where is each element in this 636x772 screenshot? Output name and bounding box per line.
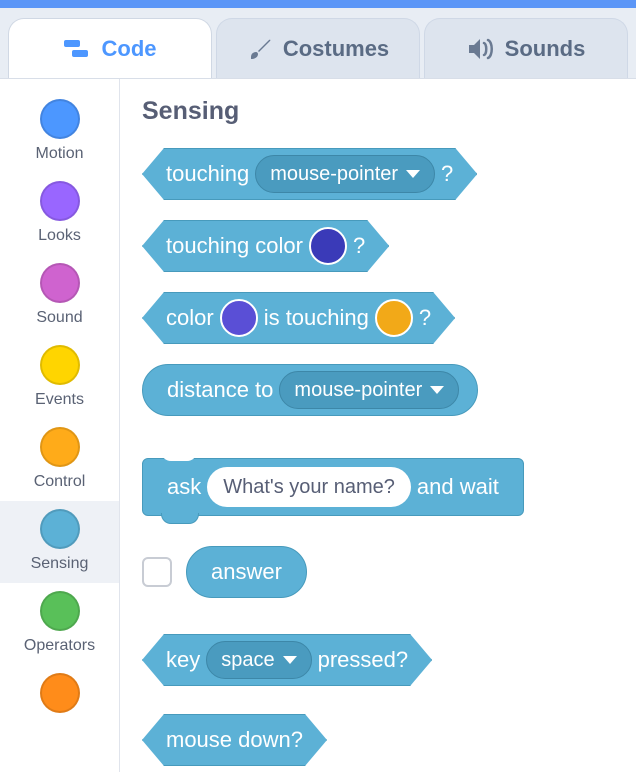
block-key-pressed[interactable]: key space pressed? bbox=[142, 634, 432, 686]
block-text: ? bbox=[419, 305, 431, 331]
cat-looks[interactable]: Looks bbox=[0, 173, 119, 255]
cat-variables[interactable] bbox=[0, 665, 119, 719]
distance-dropdown[interactable]: mouse-pointer bbox=[279, 371, 459, 409]
answer-monitor-checkbox[interactable] bbox=[142, 557, 172, 587]
window-top-bar bbox=[0, 0, 636, 8]
block-answer[interactable]: answer bbox=[186, 546, 307, 598]
cat-label: Control bbox=[0, 473, 119, 491]
block-touching[interactable]: touching mouse-pointer ? bbox=[142, 148, 477, 200]
looks-dot bbox=[40, 181, 80, 221]
block-ask-and-wait[interactable]: ask What's your name? and wait bbox=[142, 458, 524, 516]
block-text: pressed? bbox=[318, 647, 409, 673]
block-text: key bbox=[166, 647, 200, 673]
block-text: distance to bbox=[167, 377, 273, 403]
color-picker[interactable] bbox=[309, 227, 347, 265]
cat-label: Sensing bbox=[0, 555, 119, 573]
cat-label: Looks bbox=[0, 227, 119, 245]
tab-code-label: Code bbox=[102, 36, 157, 62]
cat-sound[interactable]: Sound bbox=[0, 255, 119, 337]
brush-icon bbox=[247, 36, 273, 62]
touching-dropdown[interactable]: mouse-pointer bbox=[255, 155, 435, 193]
cat-sensing[interactable]: Sensing bbox=[0, 501, 119, 583]
color-picker[interactable] bbox=[220, 299, 258, 337]
color-picker[interactable] bbox=[375, 299, 413, 337]
blocks-area: Sensing touching mouse-pointer ? touchin… bbox=[120, 79, 636, 772]
block-color-is-touching[interactable]: color is touching ? bbox=[142, 292, 455, 344]
block-text: is touching bbox=[264, 305, 369, 331]
motion-dot bbox=[40, 99, 80, 139]
tab-sounds[interactable]: Sounds bbox=[424, 18, 628, 78]
chevron-down-icon bbox=[406, 170, 420, 178]
block-mouse-down[interactable]: mouse down? bbox=[142, 714, 327, 766]
variables-dot bbox=[40, 673, 80, 713]
events-dot bbox=[40, 345, 80, 385]
operators-dot bbox=[40, 591, 80, 631]
block-text: and wait bbox=[417, 474, 499, 500]
sensing-dot bbox=[40, 509, 80, 549]
cat-events[interactable]: Events bbox=[0, 337, 119, 419]
cat-label: Operators bbox=[0, 637, 119, 655]
tab-costumes[interactable]: Costumes bbox=[216, 18, 420, 78]
tab-bar: Code Costumes Sounds bbox=[0, 8, 636, 78]
block-text: mouse down? bbox=[166, 727, 303, 753]
block-touching-color[interactable]: touching color ? bbox=[142, 220, 389, 272]
tab-costumes-label: Costumes bbox=[283, 36, 389, 62]
chevron-down-icon bbox=[430, 386, 444, 394]
code-icon bbox=[64, 38, 92, 60]
dropdown-value: space bbox=[221, 649, 274, 672]
sound-icon bbox=[467, 37, 495, 61]
main-area: Motion Looks Sound Events Control Sensin… bbox=[0, 78, 636, 772]
block-text: answer bbox=[211, 559, 282, 585]
cat-label: Motion bbox=[0, 145, 119, 163]
tab-code[interactable]: Code bbox=[8, 18, 212, 78]
cat-control[interactable]: Control bbox=[0, 419, 119, 501]
cat-label: Events bbox=[0, 391, 119, 409]
category-palette: Motion Looks Sound Events Control Sensin… bbox=[0, 79, 120, 772]
block-distance-to[interactable]: distance to mouse-pointer bbox=[142, 364, 478, 416]
key-dropdown[interactable]: space bbox=[206, 641, 311, 679]
control-dot bbox=[40, 427, 80, 467]
block-text: ask bbox=[167, 474, 201, 500]
block-text: ? bbox=[353, 233, 365, 259]
dropdown-value: mouse-pointer bbox=[294, 379, 422, 402]
cat-label: Sound bbox=[0, 309, 119, 327]
block-text: touching color bbox=[166, 233, 303, 259]
block-text: ? bbox=[441, 161, 453, 187]
tab-sounds-label: Sounds bbox=[505, 36, 586, 62]
section-title: Sensing bbox=[142, 97, 614, 126]
block-text: touching bbox=[166, 161, 249, 187]
cat-motion[interactable]: Motion bbox=[0, 91, 119, 173]
sound-dot bbox=[40, 263, 80, 303]
chevron-down-icon bbox=[283, 656, 297, 664]
dropdown-value: mouse-pointer bbox=[270, 163, 398, 186]
block-text: color bbox=[166, 305, 214, 331]
ask-input[interactable]: What's your name? bbox=[207, 467, 411, 507]
cat-operators[interactable]: Operators bbox=[0, 583, 119, 665]
